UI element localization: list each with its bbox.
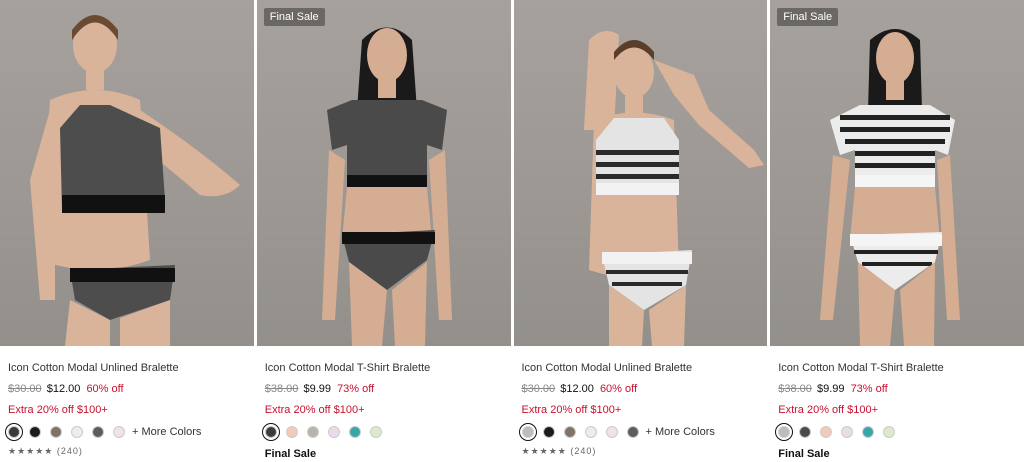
original-price: $30.00	[521, 383, 556, 395]
final-sale-badge: Final Sale	[263, 8, 325, 26]
color-swatches	[261, 423, 503, 441]
promo-text: Extra 20% off $100+	[264, 404, 365, 416]
model-illustration	[820, 29, 961, 346]
product-name[interactable]: Icon Cotton Modal Unlined Bralette	[8, 360, 246, 376]
product-image[interactable]: Final Sale	[770, 0, 1024, 346]
product-card[interactable]: Final Sale Icon Cotton Modal T-Shirt Bra…	[770, 0, 1024, 462]
color-swatch[interactable]	[261, 423, 280, 441]
color-swatches: + More Colors	[5, 423, 246, 441]
rating: ★★★★★ (240)	[521, 446, 597, 456]
product-name[interactable]: Icon Cotton Modal Unlined Bralette	[522, 360, 760, 376]
product-image[interactable]: Final Sale	[256, 0, 511, 346]
price-row: $38.00 $9.99 73% off	[778, 381, 1016, 397]
color-swatch[interactable]	[820, 426, 833, 438]
final-sale-label: Final Sale	[778, 448, 830, 460]
sale-price: $9.99	[816, 383, 845, 395]
color-swatch[interactable]	[50, 426, 62, 438]
rating: ★★★★★ (240)	[8, 446, 83, 456]
color-swatch[interactable]	[327, 426, 340, 438]
color-swatch[interactable]	[563, 426, 576, 438]
color-swatch[interactable]	[605, 426, 618, 438]
color-swatch[interactable]	[584, 426, 597, 438]
discount-label: 73% off	[337, 383, 375, 395]
color-swatches	[775, 423, 1016, 441]
color-swatch[interactable]	[348, 426, 361, 438]
color-swatch[interactable]	[799, 426, 812, 438]
more-colors-link[interactable]: + More Colors	[132, 426, 201, 438]
model-illustration	[321, 27, 452, 346]
color-swatch[interactable]	[369, 426, 382, 438]
product-card[interactable]: Final Sale Icon Cotton Modal T-Shirt Bra…	[256, 0, 511, 462]
color-swatch[interactable]	[285, 426, 298, 438]
product-image[interactable]	[513, 0, 768, 346]
price-row: $30.00 $12.00 60% off	[8, 381, 246, 397]
product-image[interactable]	[0, 0, 254, 346]
product-card[interactable]: Icon Cotton Modal Unlined Bralette $30.0…	[0, 0, 254, 462]
color-swatch[interactable]	[542, 426, 555, 438]
color-swatch[interactable]	[29, 426, 41, 438]
more-colors-link[interactable]: + More Colors	[646, 426, 715, 438]
discount-label: 60% off	[86, 383, 124, 395]
color-swatch[interactable]	[626, 426, 639, 438]
original-price: $38.00	[264, 383, 299, 395]
final-sale-label: Final Sale	[264, 448, 317, 460]
rating-count: (240)	[56, 446, 83, 456]
product-name[interactable]: Icon Cotton Modal T-Shirt Bralette	[778, 360, 1016, 376]
promo-text: Extra 20% off $100+	[521, 404, 622, 416]
sale-price: $12.00	[46, 383, 81, 395]
original-price: $30.00	[8, 383, 42, 395]
price-row: $38.00 $9.99 73% off	[265, 381, 503, 397]
promo-text: Extra 20% off $100+	[778, 404, 879, 416]
product-grid: Icon Cotton Modal Unlined Bralette $30.0…	[0, 0, 1024, 462]
color-swatch[interactable]	[883, 426, 896, 438]
price-row: $30.00 $12.00 60% off	[522, 381, 760, 397]
color-swatch[interactable]	[71, 426, 83, 438]
color-swatch[interactable]	[775, 423, 794, 441]
discount-label: 60% off	[599, 383, 638, 395]
rating-count: (240)	[570, 446, 597, 456]
product-name[interactable]: Icon Cotton Modal T-Shirt Bralette	[265, 360, 503, 376]
color-swatch[interactable]	[518, 423, 537, 441]
model-illustration	[583, 31, 764, 346]
product-card[interactable]: Icon Cotton Modal Unlined Bralette $30.0…	[513, 0, 768, 462]
color-swatches: + More Colors	[518, 423, 760, 441]
promo-text: Extra 20% off $100+	[8, 404, 108, 416]
sale-price: $9.99	[303, 383, 331, 395]
sale-price: $12.00	[560, 383, 594, 395]
color-swatch[interactable]	[5, 423, 23, 441]
model-illustration	[30, 15, 240, 346]
color-swatch[interactable]	[113, 426, 125, 438]
final-sale-badge: Final Sale	[777, 8, 839, 26]
original-price: $38.00	[778, 383, 812, 395]
color-swatch[interactable]	[92, 426, 104, 438]
color-swatch[interactable]	[841, 426, 854, 438]
color-swatch[interactable]	[306, 426, 319, 438]
color-swatch[interactable]	[862, 426, 875, 438]
discount-label: 73% off	[850, 383, 888, 395]
